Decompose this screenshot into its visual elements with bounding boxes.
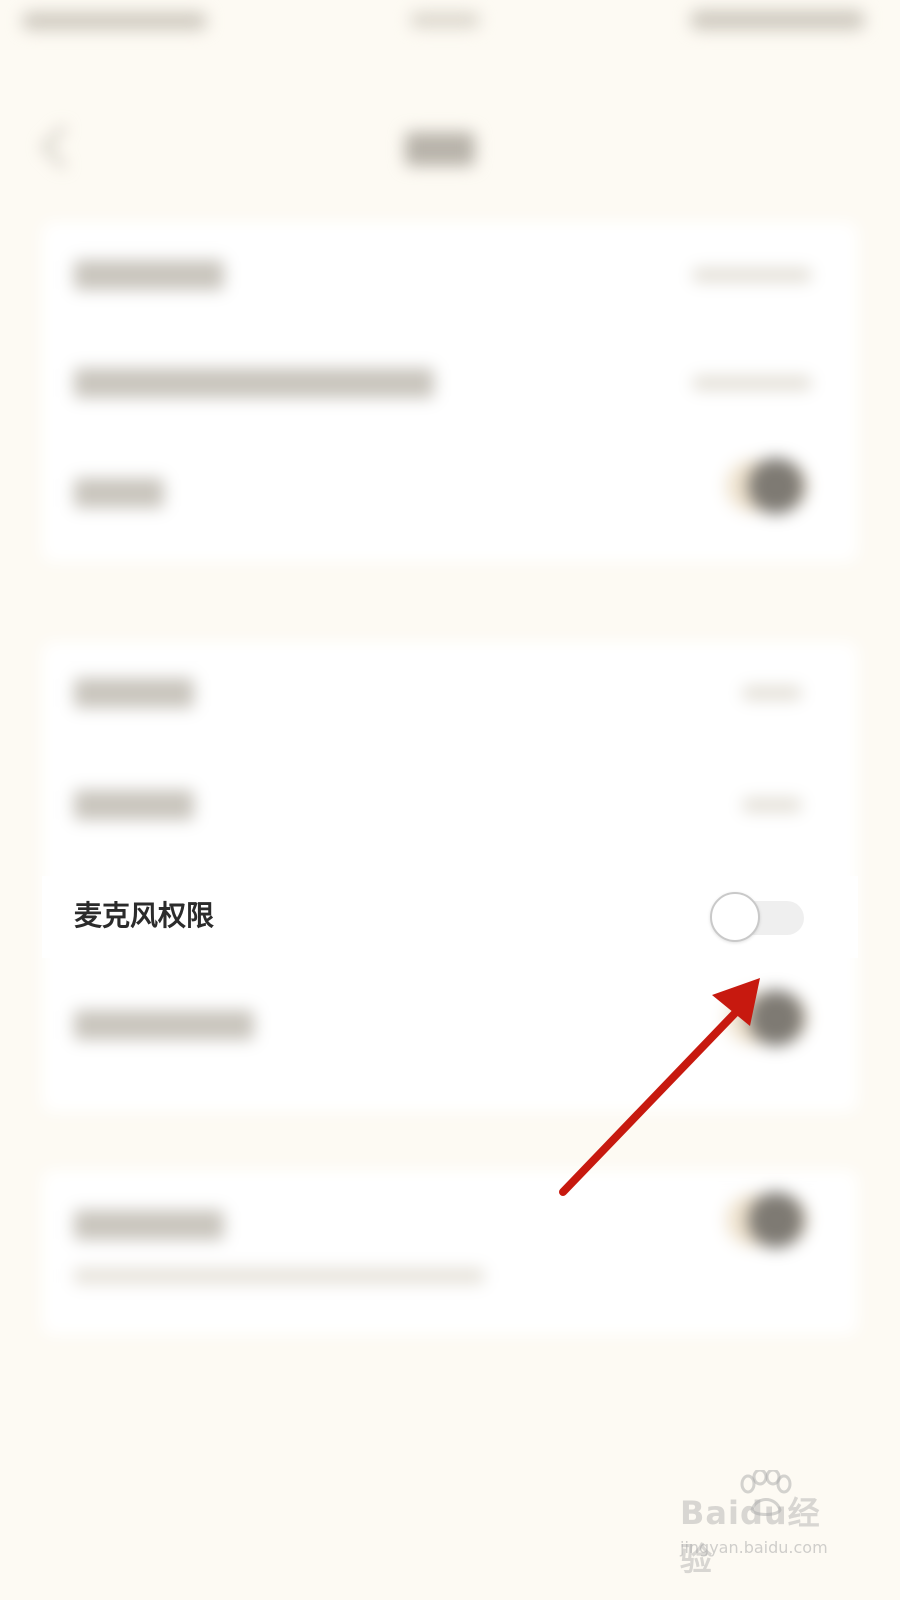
nav-bar <box>0 60 900 169</box>
blurred-background-content <box>0 0 900 1600</box>
setting-row-chevron <box>742 686 802 700</box>
setting-row-label[interactable] <box>74 1210 224 1240</box>
microphone-permission-row[interactable]: 麦克风权限 <box>42 876 858 958</box>
setting-row-label[interactable] <box>74 1010 254 1040</box>
setting-row-description <box>74 1268 484 1284</box>
setting-row-label[interactable] <box>74 678 194 708</box>
setting-row-chevron <box>742 798 802 812</box>
settings-card-3 <box>42 1170 858 1335</box>
setting-toggle-knob <box>748 1192 804 1248</box>
status-time <box>410 12 480 28</box>
setting-row-value <box>692 376 812 390</box>
watermark-url: jingyan.baidu.com <box>680 1538 828 1557</box>
microphone-permission-toggle[interactable] <box>710 892 804 944</box>
back-arrow-icon[interactable] <box>41 125 85 169</box>
setting-toggle-knob <box>748 458 804 514</box>
setting-toggle-knob <box>748 990 804 1046</box>
watermark-brand: Baidu经验 <box>680 1494 821 1578</box>
toggle-knob <box>710 892 760 942</box>
status-right-indicators <box>690 10 865 30</box>
page-title <box>405 132 475 166</box>
status-left-indicators <box>22 12 207 30</box>
microphone-permission-label: 麦克风权限 <box>74 899 215 932</box>
status-bar <box>0 0 900 40</box>
setting-row-label[interactable] <box>74 260 224 290</box>
setting-row-label[interactable] <box>74 478 164 508</box>
baidu-jingyan-watermark: Baidu经验 jingyan.baidu.com <box>680 1470 850 1580</box>
setting-row-label[interactable] <box>74 368 434 398</box>
setting-row-label[interactable] <box>74 790 194 820</box>
setting-row-value <box>692 268 812 282</box>
settings-card-1 <box>42 222 858 562</box>
